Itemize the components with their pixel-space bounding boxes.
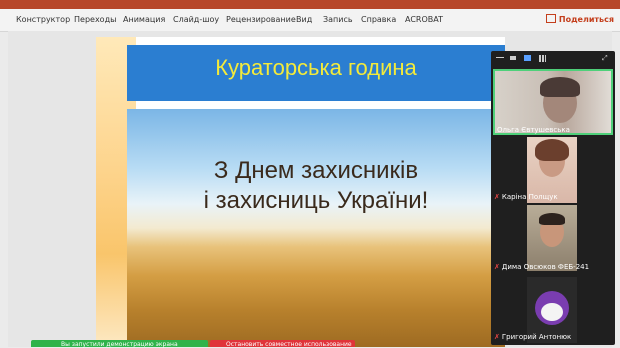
participant-hair [535,139,569,161]
tab-slide-show[interactable]: Слайд-шоу [173,15,219,24]
participant-tile[interactable]: ✗ Григорий Антонюк [491,273,615,343]
participant-tile[interactable]: ✗ Дима Овсюков ФЕБ-241 [491,205,615,273]
muted-mic-icon: ✗ [494,333,500,341]
minimize-icon[interactable] [496,57,504,64]
tab-view[interactable]: Вид [296,15,312,24]
tab-record[interactable]: Запись [323,15,353,24]
video-participants-panel: ⤢ Ольга Євтушевська ✗ Каріна Полщук ✗ Дима… [491,51,615,345]
participant-name: Каріна Полщук [501,193,558,201]
share-button[interactable]: Поделиться [545,14,614,24]
title-accent-bar [0,0,620,9]
participant-name: Дима Овсюков ФЕБ-241 [501,263,590,271]
tab-konstruktor[interactable]: Конструктор [16,15,70,24]
stop-share-button[interactable]: Остановить совместное использование [210,340,355,348]
participant-hair [539,213,565,225]
expand-icon[interactable]: ⤢ [602,54,608,62]
participant-hair [540,77,580,97]
participant-name-row: ✗ Григорий Антонюк [494,333,571,341]
ribbon-tabs: Конструктор Переходы Анимация Слайд-шоу … [0,9,620,32]
participant-tile-active-speaker[interactable]: Ольга Євтушевська [493,69,613,135]
wheat-field-image: З Днем захисників і захисниць України! [127,109,505,347]
tab-acrobat[interactable]: ACROBAT [405,15,443,24]
panel-toolbar: ⤢ [491,51,615,69]
screen-share-status-bar[interactable]: Вы запустили демонстрацию экрана [31,340,208,348]
participant-name-row: ✗ Каріна Полщук [494,193,558,201]
participant-name-row: ✗ Дима Овсюков ФЕБ-241 [494,263,589,271]
greeting-line-2: і захисниць України! [203,187,429,214]
muted-mic-icon: ✗ [494,263,500,271]
tab-help[interactable]: Справка [361,15,396,24]
participant-video [527,205,577,271]
participant-name: Ольга Євтушевська [497,126,570,134]
muted-mic-icon: ✗ [494,193,500,201]
tab-perekhody[interactable]: Переходы [74,15,116,24]
grid-view-icon[interactable] [539,55,546,62]
tab-animatsiya[interactable]: Анимация [123,15,165,24]
strip-view-icon[interactable] [524,55,531,61]
share-icon [545,14,556,23]
participant-tile[interactable]: ✗ Каріна Полщук [491,137,615,205]
single-view-icon[interactable] [510,56,516,60]
tab-review[interactable]: Рецензирование [226,15,296,24]
avatar-character-face [541,303,563,321]
share-label: Поделиться [558,15,614,24]
slide-canvas[interactable]: Кураторська година З Днем захисників і з… [96,37,505,347]
slide-title: Кураторська година [215,55,417,80]
greeting-line-1: З Днем захисників [213,157,419,184]
participant-name: Григорий Антонюк [501,333,572,341]
